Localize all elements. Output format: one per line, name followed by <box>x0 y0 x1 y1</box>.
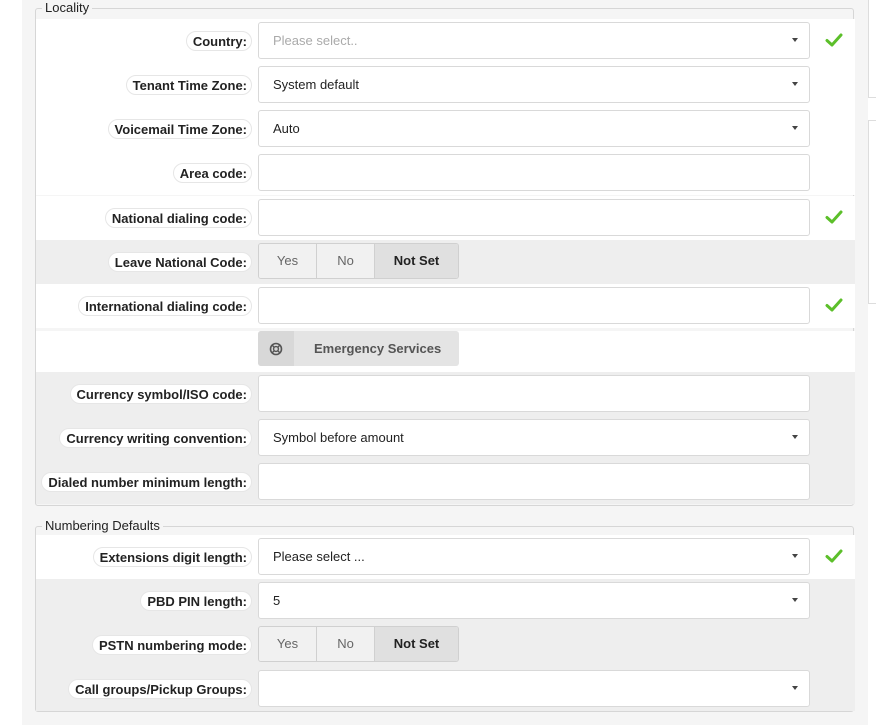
dialed-min-length-input[interactable] <box>258 463 810 500</box>
international-dialing-code-row: International dialing code: <box>36 284 855 328</box>
adjacent-panel-edge <box>868 120 876 304</box>
currency-convention-select[interactable]: Symbol before amount <box>258 419 810 456</box>
dialed-min-length-row: Dialed number minimum length: <box>36 460 855 504</box>
check-icon <box>825 33 843 47</box>
adjacent-panel-edge <box>868 0 876 98</box>
country-label: Country: <box>185 31 252 51</box>
pstn-numbering-mode-label: PSTN numbering mode: <box>91 635 252 655</box>
call-groups-row: Call groups/Pickup Groups: <box>36 667 855 711</box>
voicemail-time-zone-row: Voicemail Time Zone: Auto <box>36 107 855 151</box>
currency-convention-row: Currency writing convention: Symbol befo… <box>36 416 855 460</box>
locality-legend: Locality <box>42 0 93 16</box>
leave-national-code-label: Leave National Code: <box>107 252 252 272</box>
area-code-input[interactable] <box>258 154 810 191</box>
extensions-digit-length-row: Extensions digit length: Please select .… <box>36 535 855 579</box>
country-placeholder: Please select.. <box>273 33 358 48</box>
pstn-numbering-mode-row: PSTN numbering mode: Yes No Not Set <box>36 623 855 667</box>
call-groups-select[interactable] <box>258 670 810 707</box>
pstn-numbering-mode-yes[interactable]: Yes <box>259 627 317 661</box>
voicemail-time-zone-select[interactable]: Auto <box>258 110 810 147</box>
pstn-numbering-mode-toggle[interactable]: Yes No Not Set <box>258 626 459 662</box>
numbering-defaults-legend: Numbering Defaults <box>42 518 163 534</box>
country-select[interactable]: Please select.. <box>258 22 810 59</box>
currency-convention-label: Currency writing convention: <box>59 428 252 448</box>
national-dialing-code-row: National dialing code: <box>36 196 855 240</box>
area-code-row: Area code: <box>36 151 855 195</box>
chevron-down-icon <box>792 126 798 130</box>
pstn-numbering-mode-no[interactable]: No <box>317 627 375 661</box>
country-row: Country: Please select.. <box>36 19 855 63</box>
national-dialing-code-input[interactable] <box>258 199 810 236</box>
call-groups-label: Call groups/Pickup Groups: <box>68 679 252 699</box>
pbd-pin-length-value: 5 <box>273 593 281 608</box>
check-icon <box>825 549 843 563</box>
locality-fieldset: Locality Country: Please select.. Tenant… <box>35 0 855 506</box>
emergency-services-row: Emergency Services <box>36 331 855 373</box>
currency-convention-value: Symbol before amount <box>273 430 404 445</box>
check-icon <box>825 210 843 224</box>
chevron-down-icon <box>792 38 798 42</box>
tenant-time-zone-row: Tenant Time Zone: System default <box>36 63 855 107</box>
leave-national-code-no[interactable]: No <box>317 244 375 278</box>
emergency-services-button[interactable]: Emergency Services <box>258 331 459 366</box>
check-icon <box>825 298 843 312</box>
leave-national-code-row: Leave National Code: Yes No Not Set <box>36 240 855 284</box>
tenant-time-zone-label: Tenant Time Zone: <box>125 75 252 95</box>
emergency-services-label: Emergency Services <box>314 341 442 356</box>
chevron-down-icon <box>792 435 798 439</box>
extensions-digit-length-select[interactable]: Please select ... <box>258 538 810 575</box>
tenant-time-zone-select[interactable]: System default <box>258 66 810 103</box>
pbd-pin-length-label: PBD PIN length: <box>140 591 252 611</box>
pbd-pin-length-row: PBD PIN length: 5 <box>36 579 855 623</box>
pstn-numbering-mode-not-set[interactable]: Not Set <box>375 627 458 661</box>
chevron-down-icon <box>792 554 798 558</box>
leave-national-code-yes[interactable]: Yes <box>259 244 317 278</box>
area-code-label: Area code: <box>172 163 252 183</box>
chevron-down-icon <box>792 82 798 86</box>
extensions-digit-length-label: Extensions digit length: <box>92 547 252 567</box>
voicemail-time-zone-label: Voicemail Time Zone: <box>107 119 252 139</box>
leave-national-code-not-set[interactable]: Not Set <box>375 244 458 278</box>
currency-symbol-label: Currency symbol/ISO code: <box>69 384 252 404</box>
international-dialing-code-label: International dialing code: <box>78 296 252 316</box>
lifebuoy-icon <box>258 331 294 366</box>
pbd-pin-length-select[interactable]: 5 <box>258 582 810 619</box>
leave-national-code-toggle[interactable]: Yes No Not Set <box>258 243 459 279</box>
chevron-down-icon <box>792 686 798 690</box>
numbering-defaults-fieldset: Numbering Defaults Extensions digit leng… <box>35 518 855 712</box>
chevron-down-icon <box>792 598 798 602</box>
dialed-min-length-label: Dialed number minimum length: <box>41 472 252 492</box>
extensions-digit-length-value: Please select ... <box>273 549 365 564</box>
international-dialing-code-input[interactable] <box>258 287 810 324</box>
national-dialing-code-label: National dialing code: <box>104 208 252 228</box>
voicemail-time-zone-value: Auto <box>273 121 300 136</box>
currency-symbol-row: Currency symbol/ISO code: <box>36 372 855 416</box>
tenant-time-zone-value: System default <box>273 77 359 92</box>
currency-symbol-input[interactable] <box>258 375 810 412</box>
